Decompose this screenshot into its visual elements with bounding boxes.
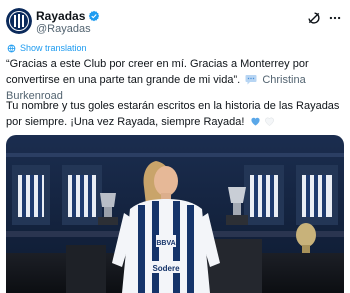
post-text-body: Tu nombre y tus goles estarán escritos e… [6, 98, 346, 130]
show-translation-link[interactable]: Show translation [7, 43, 87, 53]
account-name-row: Rayadas [36, 9, 100, 23]
grok-icon[interactable] [306, 10, 322, 26]
jersey-sponsor-bottom: Sodere [152, 264, 180, 273]
account-name[interactable]: Rayadas [36, 9, 85, 23]
white-heart-icon [264, 117, 274, 126]
post-media-image[interactable]: BBVA Sodere [6, 135, 344, 293]
show-translation-label: Show translation [20, 43, 87, 53]
more-icon[interactable] [327, 10, 343, 26]
rayadas-logo-icon [6, 8, 32, 34]
player-photo: BBVA Sodere [6, 135, 344, 293]
globe-icon [7, 44, 16, 52]
jersey-sponsor-top: BBVA [156, 240, 175, 247]
verified-badge-icon [89, 10, 100, 22]
account-handle[interactable]: @Rayadas [36, 23, 91, 35]
speech-balloon-icon [245, 75, 257, 85]
blue-heart-icon [250, 117, 260, 126]
post-text-quote: “Gracias a este Club por creer en mí. Gr… [6, 56, 346, 104]
body-text: Tu nombre y tus goles estarán escritos e… [6, 100, 340, 128]
avatar[interactable] [6, 8, 32, 34]
post-header: Rayadas @Rayadas [0, 0, 350, 42]
